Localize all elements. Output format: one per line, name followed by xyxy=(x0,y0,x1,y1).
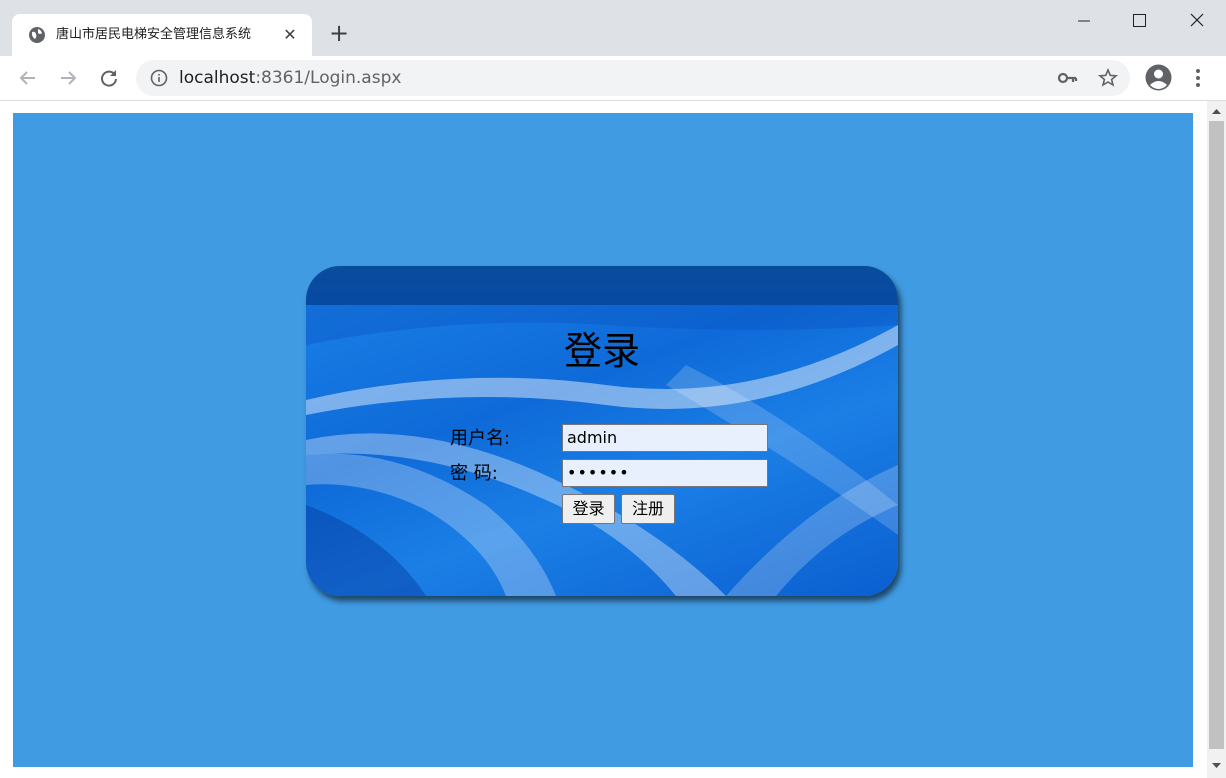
scrollbar-thumb[interactable] xyxy=(1209,121,1224,749)
forward-arrow-icon[interactable] xyxy=(55,65,81,91)
scroll-down-arrow-icon[interactable] xyxy=(1207,760,1226,772)
url-path: :8361/Login.aspx xyxy=(255,68,402,88)
reload-icon[interactable] xyxy=(96,65,122,91)
register-button[interactable]: 注册 xyxy=(621,494,675,524)
url-host: localhost xyxy=(179,68,256,88)
login-card: 登录 用户名: 密 码: admin •••••• 登录 注册 xyxy=(306,266,898,596)
browser-tab[interactable]: 唐山市居民电梯安全管理信息系统 ✕ xyxy=(12,14,312,56)
key-icon[interactable] xyxy=(1058,69,1078,87)
vertical-scrollbar[interactable] xyxy=(1207,101,1226,778)
username-label: 用户名: xyxy=(450,428,511,449)
kebab-menu-icon[interactable] xyxy=(1188,66,1208,90)
maximize-icon[interactable] xyxy=(1121,8,1157,34)
password-label: 密 码: xyxy=(450,463,498,484)
login-card-header xyxy=(306,266,898,305)
close-icon[interactable]: ✕ xyxy=(280,25,300,45)
window-close-icon[interactable] xyxy=(1179,8,1215,34)
username-input[interactable]: admin xyxy=(562,424,768,452)
browser-toolbar: localhost:8361/Login.aspx xyxy=(0,56,1226,101)
login-button[interactable]: 登录 xyxy=(562,494,615,524)
scroll-up-arrow-icon[interactable] xyxy=(1207,105,1226,117)
tab-title: 唐山市居民电梯安全管理信息系统 xyxy=(56,27,252,42)
globe-icon xyxy=(29,27,45,43)
tab-strip: 唐山市居民电梯安全管理信息系统 ✕ + xyxy=(0,0,1226,56)
profile-icon[interactable] xyxy=(1145,64,1172,91)
browser-chrome: 唐山市居民电梯安全管理信息系统 ✕ + localhost:8361/Login… xyxy=(0,0,1226,101)
page-viewport: 登录 用户名: 密 码: admin •••••• 登录 注册 xyxy=(0,101,1226,778)
url-text[interactable]: localhost:8361/Login.aspx xyxy=(179,68,401,88)
address-bar[interactable]: localhost:8361/Login.aspx xyxy=(136,60,1130,96)
star-icon[interactable] xyxy=(1098,68,1118,88)
info-icon[interactable] xyxy=(150,69,168,87)
login-title: 登录 xyxy=(563,329,640,373)
password-input[interactable]: •••••• xyxy=(562,459,768,487)
plus-icon[interactable]: + xyxy=(326,21,352,47)
minimize-icon[interactable] xyxy=(1066,8,1102,34)
back-arrow-icon[interactable] xyxy=(15,65,41,91)
